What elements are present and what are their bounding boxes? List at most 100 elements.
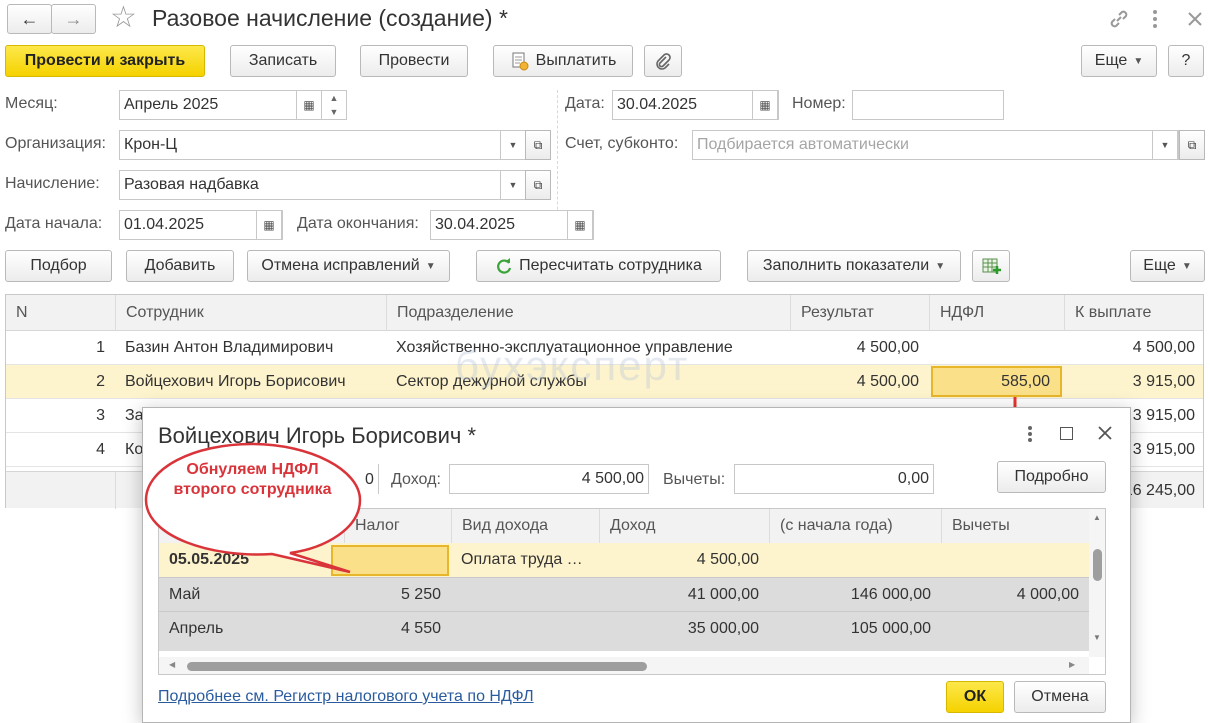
horizontal-scrollbar[interactable]: ◀ ▶ bbox=[159, 657, 1089, 674]
table-row[interactable]: Апрель 4 550 35 000,00 105 000,00 bbox=[159, 611, 1089, 645]
horizontal-scroll-thumb[interactable] bbox=[187, 662, 647, 671]
income-field[interactable]: 4 500,00 bbox=[449, 464, 649, 494]
more-label: Еще bbox=[1094, 52, 1128, 69]
date-field[interactable]: 30.04.2025 ▦ bbox=[612, 90, 779, 120]
pick-button[interactable]: Подбор bbox=[5, 250, 112, 282]
paperclip-icon bbox=[656, 53, 671, 70]
help-label: ? bbox=[1181, 52, 1191, 69]
cancel-button[interactable]: Отмена bbox=[1014, 681, 1106, 713]
vertical-scrollbar[interactable]: ▲ ▼ bbox=[1089, 509, 1105, 657]
organization-field[interactable]: Крон-Ц ▼ bbox=[119, 130, 526, 160]
month-spinner[interactable]: ▲ ▼ bbox=[321, 90, 347, 120]
income: 41 000,00 bbox=[687, 586, 759, 603]
payout: 3 915,00 bbox=[1132, 373, 1195, 390]
fill-indicators-button[interactable]: Заполнить показатели ▼ bbox=[747, 250, 961, 282]
table-row[interactable]: Май 5 250 41 000,00 146 000,00 4 000,00 bbox=[159, 577, 1089, 611]
arrow-left-icon: ← bbox=[20, 8, 39, 29]
calendar-icon[interactable]: ▦ bbox=[752, 90, 778, 120]
scroll-down-icon[interactable]: ▼ bbox=[1093, 633, 1101, 642]
pick-label: Подбор bbox=[30, 257, 87, 274]
header-deductions[interactable]: Вычеты bbox=[941, 509, 1089, 543]
cancel-fixes-label: Отмена исправлений bbox=[261, 257, 420, 274]
open-accrual-button[interactable]: ⧉ bbox=[525, 170, 551, 200]
recalculate-label: Пересчитать сотрудника bbox=[519, 257, 702, 274]
add-table-button[interactable] bbox=[972, 250, 1010, 282]
income-value: 4 500,00 bbox=[581, 470, 644, 487]
period: Апрель bbox=[169, 620, 224, 637]
row-number: 3 bbox=[96, 407, 105, 424]
cancel-fixes-button[interactable]: Отмена исправлений ▼ bbox=[247, 250, 450, 282]
ndfl-cell-highlighted[interactable]: 585,00 bbox=[931, 366, 1062, 397]
income-type: Оплата труда … bbox=[461, 551, 583, 568]
dropdown-icon[interactable]: ▼ bbox=[500, 130, 526, 160]
save-button[interactable]: Записать bbox=[230, 45, 336, 77]
employee-name: Базин Антон Владимирович bbox=[125, 339, 334, 356]
header-n[interactable]: N bbox=[6, 295, 115, 331]
maximize-icon[interactable] bbox=[1060, 427, 1073, 440]
accrual-field[interactable]: Разовая надбавка ▼ bbox=[119, 170, 526, 200]
scroll-left-icon[interactable]: ◀ bbox=[169, 660, 175, 669]
add-button[interactable]: Добавить bbox=[126, 250, 234, 282]
dropdown-icon[interactable]: ▼ bbox=[500, 170, 526, 200]
caret-down-icon: ▼ bbox=[1133, 55, 1144, 67]
favorite-star-icon[interactable]: ☆ bbox=[110, 2, 137, 34]
post-button[interactable]: Провести bbox=[360, 45, 468, 77]
header-income-type[interactable]: Вид дохода bbox=[451, 509, 599, 543]
calendar-icon[interactable]: ▦ bbox=[256, 210, 282, 240]
pay-button[interactable]: Выплатить bbox=[493, 45, 633, 77]
header-employee[interactable]: Сотрудник bbox=[115, 295, 386, 331]
more-button[interactable]: Еще ▼ bbox=[1081, 45, 1157, 77]
scroll-up-icon[interactable]: ▲ bbox=[1093, 513, 1101, 522]
table-add-icon bbox=[982, 258, 1001, 274]
caret-down-icon: ▼ bbox=[425, 260, 436, 272]
header-payout[interactable]: К выплате bbox=[1064, 295, 1205, 331]
income: 35 000,00 bbox=[687, 620, 759, 637]
account-placeholder: Подбирается автоматически bbox=[697, 136, 909, 153]
header-department[interactable]: Подразделение bbox=[386, 295, 790, 331]
table-row[interactable]: 1 Базин Антон Владимирович Хозяйственно-… bbox=[6, 331, 1203, 365]
caret-down-icon: ▼ bbox=[1181, 260, 1192, 272]
header-ytd[interactable]: (с начала года) bbox=[769, 509, 941, 543]
account-field[interactable]: Подбирается автоматически ▼ bbox=[692, 130, 1179, 160]
back-button[interactable]: ← bbox=[7, 4, 52, 34]
help-button[interactable]: ? bbox=[1168, 45, 1204, 77]
calendar-icon[interactable]: ▦ bbox=[296, 90, 322, 120]
more-menu-icon[interactable] bbox=[1025, 424, 1035, 449]
start-date-field[interactable]: 01.04.2025 ▦ bbox=[119, 210, 283, 240]
scroll-right-icon[interactable]: ▶ bbox=[1069, 660, 1075, 669]
open-account-button[interactable]: ⧉ bbox=[1179, 130, 1205, 160]
vertical-scroll-thumb[interactable] bbox=[1093, 549, 1102, 581]
more-menu-icon[interactable] bbox=[1150, 8, 1160, 35]
add-label: Добавить bbox=[144, 257, 216, 274]
table-row-selected[interactable]: 2 Войцехович Игорь Борисович Сектор дежу… bbox=[6, 365, 1203, 399]
end-date-label: Дата окончания: bbox=[297, 215, 419, 232]
table-more-button[interactable]: Еще ▼ bbox=[1130, 250, 1205, 282]
ndfl-register-link[interactable]: Подробнее см. Регистр налогового учета п… bbox=[158, 688, 534, 706]
ndfl bbox=[929, 331, 1064, 365]
table-more-label: Еще bbox=[1143, 257, 1176, 274]
link-icon[interactable] bbox=[1108, 8, 1130, 35]
header-ndfl[interactable]: НДФЛ bbox=[929, 295, 1064, 331]
number-field[interactable] bbox=[852, 90, 1004, 120]
calendar-icon[interactable]: ▦ bbox=[567, 210, 593, 240]
month-field[interactable]: Апрель 2025 ▦ ▲ ▼ bbox=[119, 90, 347, 120]
end-date-field[interactable]: 30.04.2025 ▦ bbox=[430, 210, 594, 240]
open-organization-button[interactable]: ⧉ bbox=[525, 130, 551, 160]
forward-button[interactable]: → bbox=[51, 4, 96, 34]
header-income[interactable]: Доход bbox=[599, 509, 769, 543]
attach-button[interactable] bbox=[644, 45, 682, 77]
period: Май bbox=[169, 586, 201, 603]
close-icon[interactable] bbox=[1096, 424, 1114, 447]
deductions-field[interactable]: 0,00 bbox=[734, 464, 934, 494]
fill-indicators-label: Заполнить показатели bbox=[762, 257, 930, 274]
employee-name: Войцехович Игорь Борисович bbox=[125, 373, 346, 390]
post-and-close-button[interactable]: Провести и закрыть bbox=[5, 45, 205, 77]
recalculate-employee-button[interactable]: Пересчитать сотрудника bbox=[476, 250, 721, 282]
dropdown-icon[interactable]: ▼ bbox=[1152, 130, 1178, 160]
details-button[interactable]: Подробно bbox=[997, 461, 1106, 493]
row-number: 1 bbox=[96, 339, 105, 356]
header-result[interactable]: Результат bbox=[790, 295, 929, 331]
close-icon[interactable] bbox=[1184, 8, 1206, 35]
ok-button[interactable]: ОК bbox=[946, 681, 1004, 713]
save-label: Записать bbox=[248, 52, 318, 69]
